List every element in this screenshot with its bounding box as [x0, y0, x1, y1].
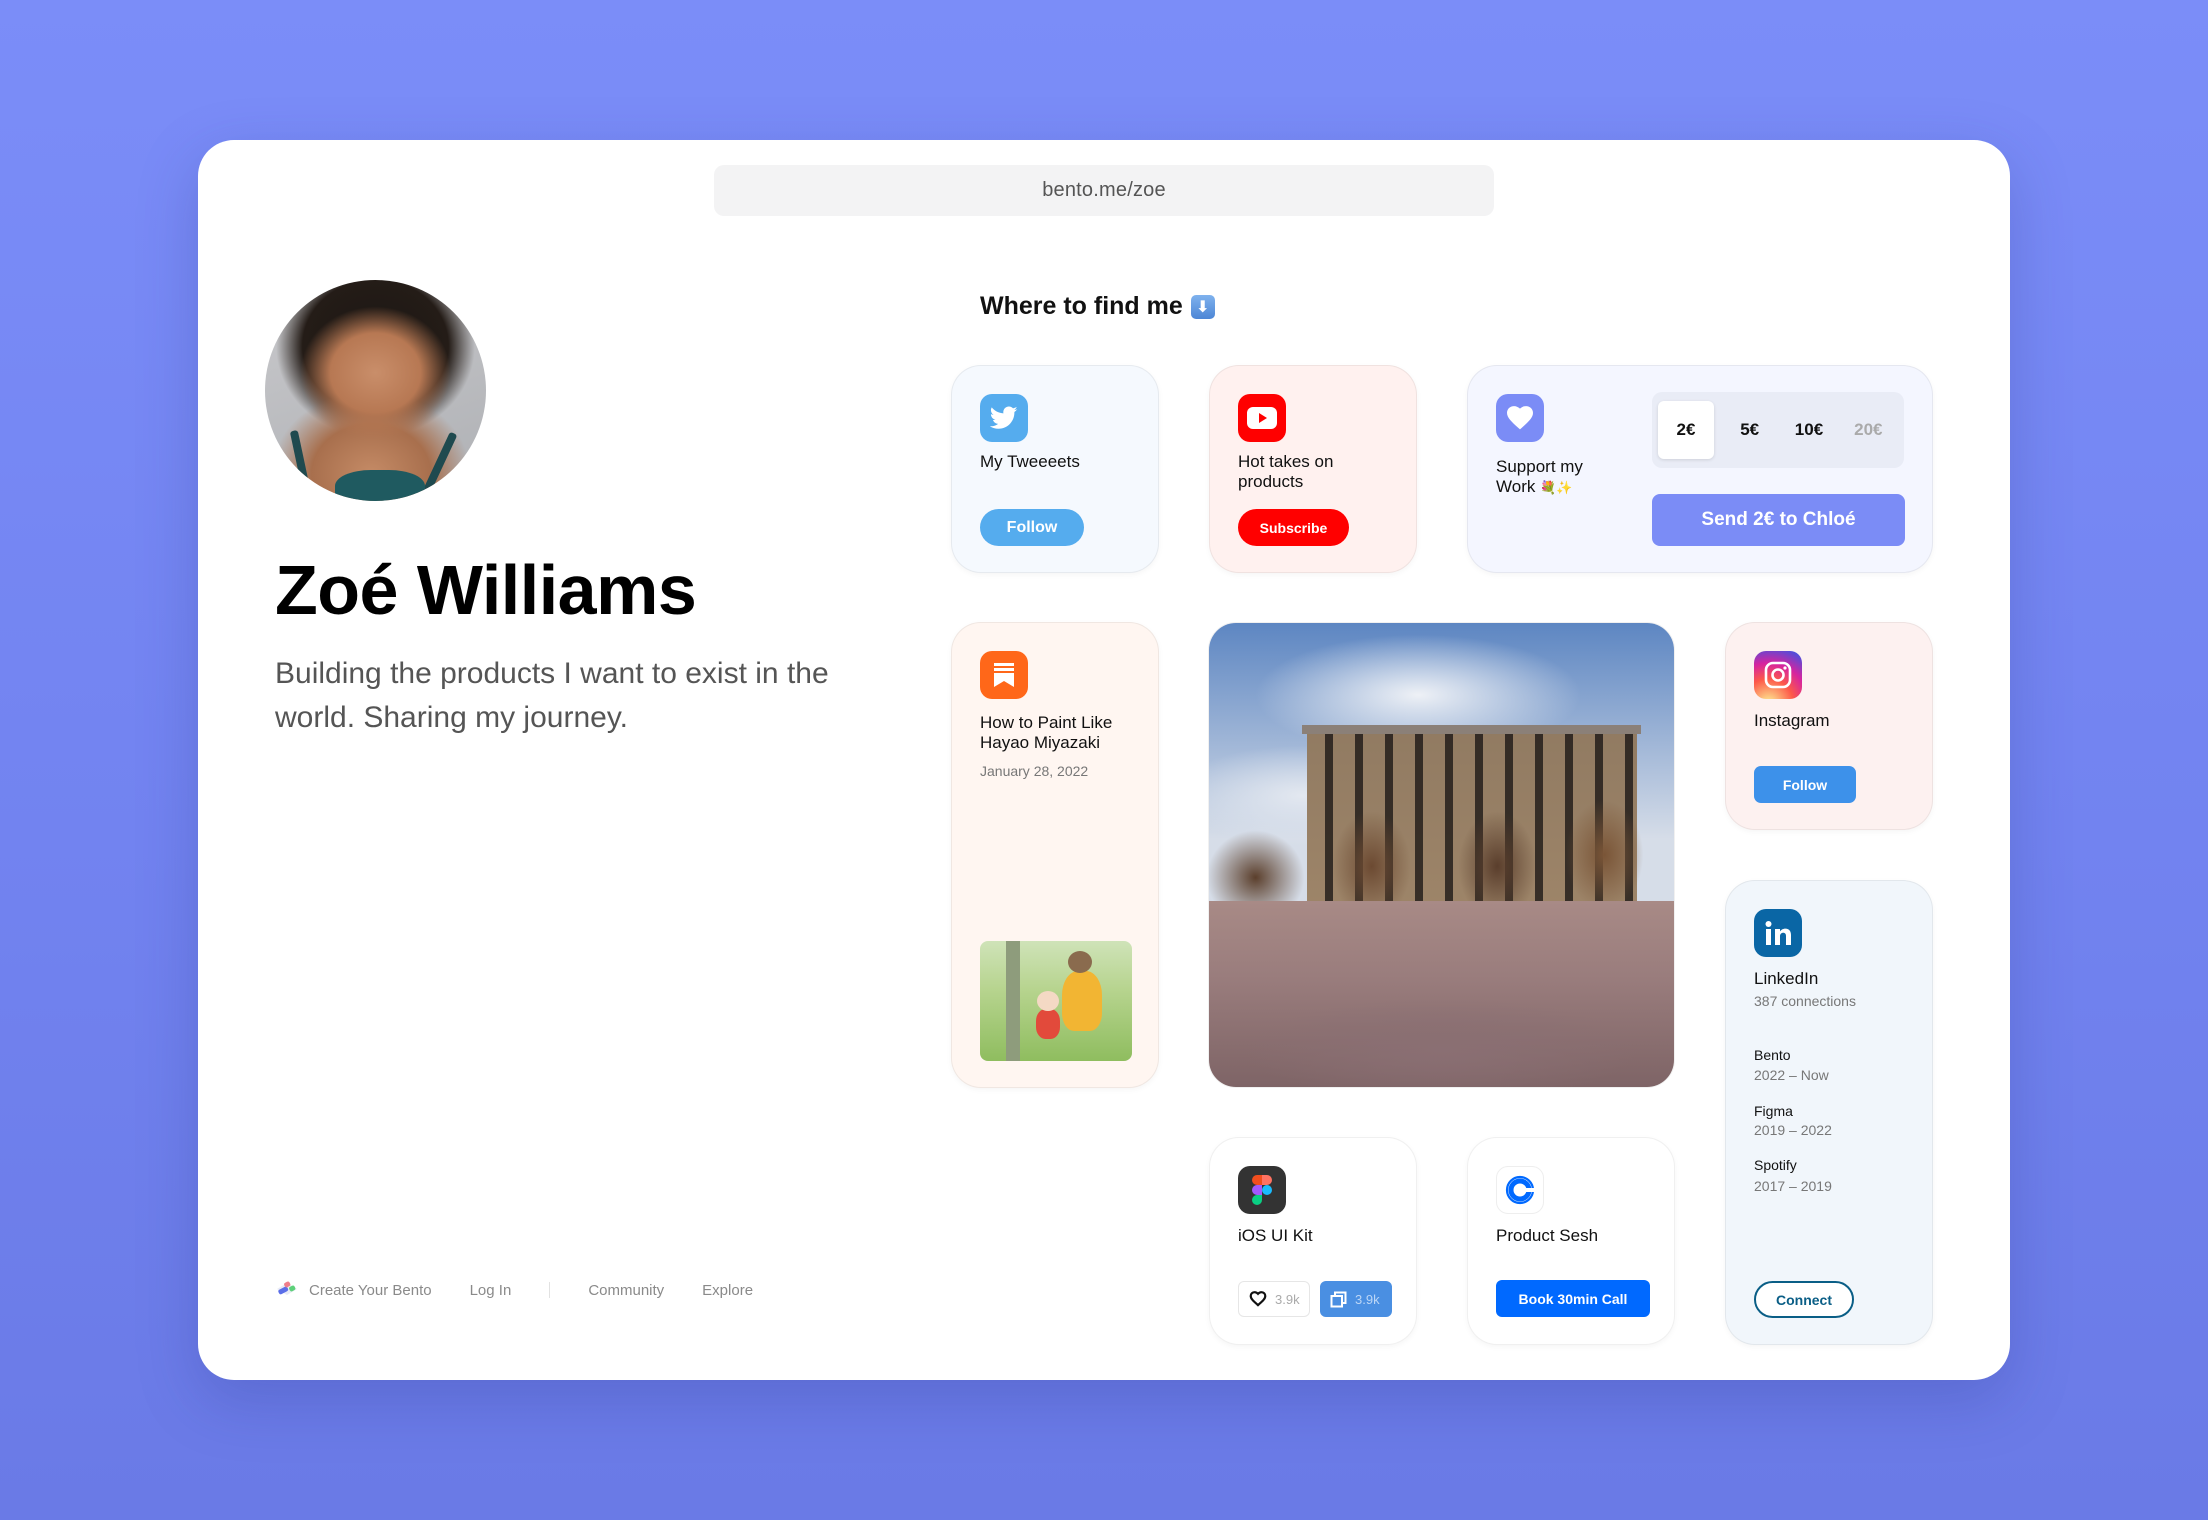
twitter-card-title: My Tweeeets: [980, 452, 1080, 471]
thumbnail-figure-child-head: [1037, 991, 1059, 1011]
figma-duplicate-count: 3.9k: [1355, 1291, 1380, 1307]
photo-trees: [1209, 799, 1674, 911]
avatar-detail: [335, 470, 425, 501]
url-bar[interactable]: bento.me/zoe: [714, 165, 1494, 216]
community-link[interactable]: Community: [588, 1282, 664, 1299]
experience-company: Figma: [1754, 1103, 1793, 1119]
section-title-text: Where to find me: [980, 292, 1183, 320]
thumbnail-tree: [1006, 941, 1020, 1061]
amount-option-20[interactable]: 20€: [1839, 401, 1898, 459]
thumbnail-figure-red: [1036, 1009, 1060, 1039]
bouquet-sparkles-emoji: 💐✨: [1540, 480, 1573, 495]
youtube-card-title: Hot takes on products: [1238, 452, 1334, 491]
avatar-detail: [420, 431, 458, 499]
linkedin-icon: [1754, 909, 1802, 957]
heart-outline-icon: [1249, 1291, 1267, 1307]
twitter-bird-icon: [980, 394, 1028, 442]
amount-selector: 2€ 5€ 10€ 20€: [1652, 392, 1904, 468]
experience-company: Spotify: [1754, 1157, 1797, 1173]
avatar: [265, 280, 486, 501]
experience-years: 2019 – 2022: [1754, 1122, 1832, 1138]
profile-name: Zoé Williams: [275, 551, 697, 629]
url-text: bento.me/zoe: [1042, 179, 1166, 201]
substack-card[interactable]: How to Paint Like Hayao Miyazaki January…: [951, 622, 1159, 1088]
experience-years: 2017 – 2019: [1754, 1178, 1832, 1194]
send-tip-button[interactable]: Send 2€ to Chloé: [1652, 494, 1905, 546]
experience-company: Bento: [1754, 1047, 1791, 1063]
profile-bio: Building the products I want to exist in…: [275, 657, 829, 734]
figma-card[interactable]: iOS UI Kit 3.9k 3.9k: [1209, 1137, 1417, 1345]
photo-card[interactable]: [1208, 622, 1675, 1088]
photo-roof: [1302, 725, 1642, 735]
avatar-detail: [289, 429, 313, 501]
down-arrow-icon: ⬇: [1190, 294, 1215, 319]
figma-duplicate-button[interactable]: 3.9k: [1320, 1281, 1392, 1317]
bento-logo-icon: [275, 1279, 299, 1301]
figma-like-count: 3.9k: [1275, 1291, 1300, 1307]
amount-option-2[interactable]: 2€: [1658, 401, 1714, 459]
login-link[interactable]: Log In: [470, 1282, 512, 1299]
substack-bookmark-icon: [980, 651, 1028, 699]
instagram-follow-button[interactable]: Follow: [1754, 766, 1856, 803]
experience-years: 2022 – Now: [1754, 1067, 1829, 1083]
footer: Create Your Bento Log In Community Explo…: [275, 1278, 791, 1302]
twitter-follow-button[interactable]: Follow: [980, 509, 1084, 546]
calendly-card[interactable]: Product Sesh Book 30min Call: [1467, 1137, 1675, 1345]
create-bento-link[interactable]: Create Your Bento: [309, 1282, 432, 1299]
section-title: Where to find me ⬇: [980, 292, 1215, 321]
substack-thumbnail: [980, 941, 1132, 1061]
thumbnail-figure-head: [1068, 951, 1092, 973]
instagram-camera-icon: [1754, 651, 1802, 699]
instagram-card[interactable]: Instagram Follow: [1725, 622, 1933, 830]
linkedin-card[interactable]: LinkedIn 387 connections Bento 2022 – No…: [1725, 880, 1933, 1345]
browser-window: bento.me/zoe Zoé Williams Building the p…: [198, 140, 2010, 1380]
calendly-card-title: Product Sesh: [1496, 1226, 1599, 1245]
twitter-card[interactable]: My Tweeeets Follow: [951, 365, 1159, 573]
book-call-button[interactable]: Book 30min Call: [1496, 1280, 1650, 1317]
calendly-icon: [1496, 1166, 1544, 1214]
linkedin-card-title: LinkedIn: [1754, 969, 1819, 988]
heart-icon: [1496, 394, 1544, 442]
figma-logo-icon: [1238, 1166, 1286, 1214]
amount-option-5[interactable]: 5€: [1720, 401, 1779, 459]
figma-like-button[interactable]: 3.9k: [1238, 1281, 1310, 1317]
substack-card-title: How to Paint Like Hayao Miyazaki: [980, 713, 1113, 752]
substack-post-date: January 28, 2022: [980, 763, 1089, 779]
youtube-play-icon: [1238, 394, 1286, 442]
footer-divider: [549, 1282, 551, 1298]
linkedin-connect-button[interactable]: Connect: [1754, 1281, 1854, 1318]
thumbnail-figure-yellow: [1062, 971, 1102, 1031]
amount-option-10[interactable]: 10€: [1779, 401, 1838, 459]
youtube-subscribe-button[interactable]: Subscribe: [1238, 509, 1349, 546]
photo-ground: [1209, 901, 1674, 1087]
duplicate-icon: [1330, 1291, 1347, 1307]
explore-link[interactable]: Explore: [702, 1282, 753, 1299]
figma-card-title: iOS UI Kit: [1238, 1226, 1313, 1245]
linkedin-connections: 387 connections: [1754, 993, 1856, 1009]
youtube-card[interactable]: Hot takes on products Subscribe: [1209, 365, 1417, 573]
support-card-title: Support my Work 💐✨: [1496, 457, 1616, 498]
instagram-card-title: Instagram: [1754, 711, 1830, 730]
support-card: Support my Work 💐✨ 2€ 5€ 10€ 20€ Send 2€…: [1467, 365, 1933, 573]
